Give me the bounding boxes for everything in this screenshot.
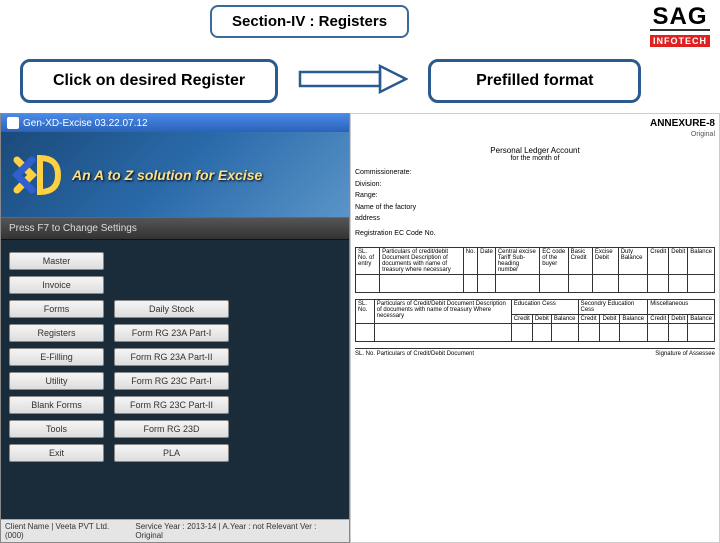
t1h9: Credit xyxy=(648,248,669,275)
t1h5: EC code of the buyer xyxy=(540,248,568,275)
t2s5: Balance xyxy=(620,315,648,324)
f7-message: Press F7 to Change Settings xyxy=(1,217,349,240)
t1h2: No. xyxy=(463,248,477,275)
t2h0: SL. No. xyxy=(356,300,375,324)
menu-exit[interactable]: Exit xyxy=(9,444,104,462)
status-bar: Client Name | Veeta PVT Ltd. (000) Servi… xyxy=(1,519,349,542)
submenu-rg23d[interactable]: Form RG 23D xyxy=(114,420,229,438)
annexure-preview: ANNEXURE-8 Original Personal Ledger Acco… xyxy=(350,113,720,543)
t1h8: Duty Balance xyxy=(618,248,648,275)
label-commissionerate: Commissionerate: xyxy=(355,168,715,179)
t2s1: Debit xyxy=(532,315,551,324)
status-client: Client Name | Veeta PVT Ltd. (000) xyxy=(5,522,129,540)
t1h4: Central excise Tariff Sub-heading number xyxy=(495,248,539,275)
window-titlebar: Gen-XD-Excise 03.22.07.12 xyxy=(1,114,349,132)
menu-tools[interactable]: Tools xyxy=(9,420,104,438)
menu-master[interactable]: Master xyxy=(9,252,104,270)
t1h0: SL. No. of entry xyxy=(356,248,380,275)
t2s4: Debit xyxy=(600,315,620,324)
menu-registers[interactable]: Registers xyxy=(9,324,104,342)
window-title: Gen-XD-Excise 03.22.07.12 xyxy=(23,118,148,129)
t1h3: Date xyxy=(478,248,496,275)
menu-blank-forms[interactable]: Blank Forms xyxy=(9,396,104,414)
menu-utility[interactable]: Utility xyxy=(9,372,104,390)
t2s3: Credit xyxy=(578,315,600,324)
annexure-title: Personal Ledger Account xyxy=(355,146,715,155)
app-window: Gen-XD-Excise 03.22.07.12 An A to Z solu… xyxy=(0,113,350,543)
banner-tagline: An A to Z solution for Excise xyxy=(72,167,262,183)
status-year: Service Year : 2013-14 | A.Year : not Re… xyxy=(135,522,345,540)
annexure-original: Original xyxy=(355,131,715,138)
annexure-subtitle: for the month of xyxy=(355,155,715,162)
signature-row: SL. No. Particulars of Credit/Debit Docu… xyxy=(355,348,715,357)
sig-left: SL. No. Particulars of Credit/Debit Docu… xyxy=(355,351,474,357)
menu-forms[interactable]: Forms xyxy=(9,300,104,318)
ledger-table-1: SL. No. of entry Particulars of credit/d… xyxy=(355,247,715,293)
app-banner: An A to Z solution for Excise xyxy=(1,132,349,217)
label-division: Division: xyxy=(355,180,715,191)
t1h7: Excise Debit xyxy=(592,248,618,275)
brand-sub: INFOTECH xyxy=(650,35,710,47)
main-menu: Master Invoice Forms Registers E-Filling… xyxy=(9,252,104,462)
t2h4: Miscellaneous xyxy=(648,300,715,315)
t2h1: Particulars of Credit/Debit Document Des… xyxy=(374,300,511,324)
t2s2: Balance xyxy=(551,315,578,324)
t1h6: Basic Credit xyxy=(568,248,592,275)
annexure-head: ANNEXURE-8 xyxy=(355,118,715,129)
form-labels: Commissionerate: Division: Range: Name o… xyxy=(355,168,715,239)
menu-invoice[interactable]: Invoice xyxy=(9,276,104,294)
t2h2: Education Cess xyxy=(511,300,578,315)
sig-right: Signature of Assessee xyxy=(655,351,715,357)
instruction-left: Click on desired Register xyxy=(20,59,278,103)
section-title: Section-IV : Registers xyxy=(210,5,409,38)
t1h1: Particulars of credit/debit Document Des… xyxy=(380,248,464,275)
xd-logo-icon xyxy=(9,147,64,202)
submenu-daily-stock[interactable]: Daily Stock xyxy=(114,300,229,318)
t2s6: Credit xyxy=(648,315,669,324)
label-regcode: Registration EC Code No. xyxy=(355,229,715,240)
submenu-rg23c-p1[interactable]: Form RG 23C Part-I xyxy=(114,372,229,390)
table-row xyxy=(356,324,715,342)
t2s7: Debit xyxy=(669,315,688,324)
app-icon xyxy=(7,117,19,129)
t1h11: Balance xyxy=(688,248,715,275)
t2s8: Balance xyxy=(688,315,715,324)
menu-efilling[interactable]: E-Filling xyxy=(9,348,104,366)
t2s0: Credit xyxy=(511,315,532,324)
label-factory: Name of the factory xyxy=(355,203,715,214)
instruction-right: Prefilled format xyxy=(428,59,641,103)
t2h3: Secondry Education Cess xyxy=(578,300,648,315)
label-range: Range: xyxy=(355,191,715,202)
label-address: address xyxy=(355,214,715,225)
sub-menu: Daily Stock Form RG 23A Part-I Form RG 2… xyxy=(114,300,229,462)
table-row xyxy=(356,275,715,293)
submenu-rg23c-p2[interactable]: Form RG 23C Part-II xyxy=(114,396,229,414)
brand-name: SAG xyxy=(650,5,710,31)
submenu-rg23a-p2[interactable]: Form RG 23A Part-II xyxy=(114,348,229,366)
submenu-pla[interactable]: PLA xyxy=(114,444,229,462)
brand-logo: SAG INFOTECH xyxy=(650,5,710,49)
arrow-icon xyxy=(298,62,408,101)
t1h10: Debit xyxy=(669,248,688,275)
submenu-rg23a-p1[interactable]: Form RG 23A Part-I xyxy=(114,324,229,342)
ledger-table-2: SL. No. Particulars of Credit/Debit Docu… xyxy=(355,299,715,342)
